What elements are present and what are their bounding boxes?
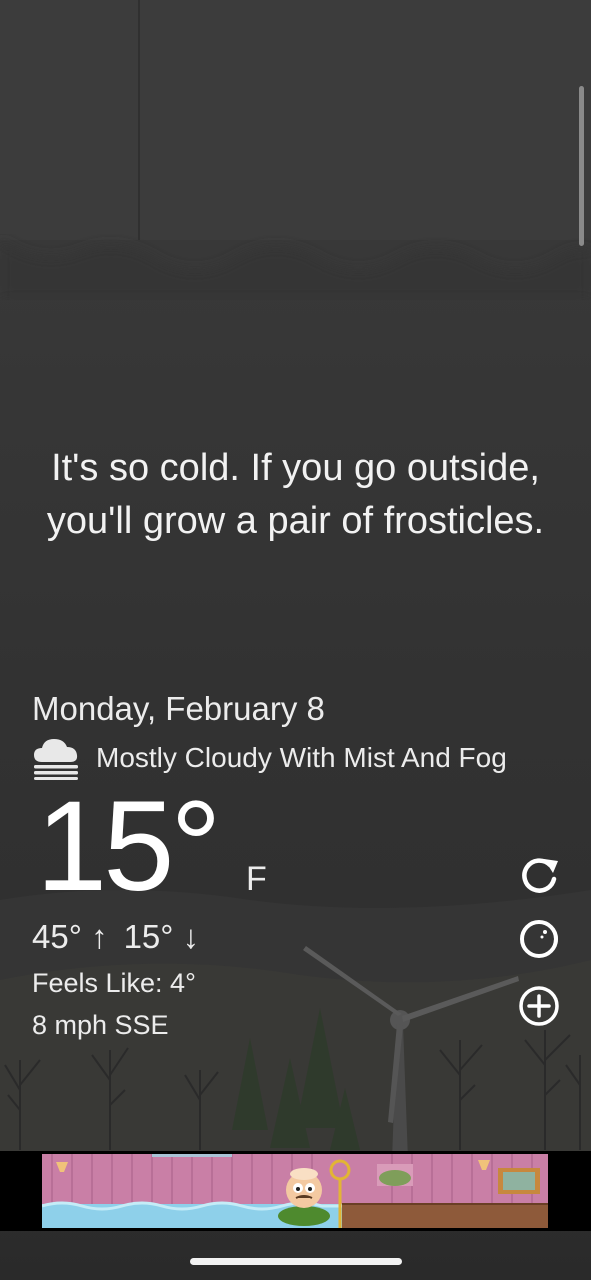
condition-text: Mostly Cloudy With Mist And Fog [96,742,507,773]
scroll-indicator[interactable] [579,86,584,246]
condition-row: Mostly Cloudy With Mist And Fog [30,736,507,780]
current-temperature: 15° [36,775,222,918]
home-indicator[interactable] [190,1258,402,1265]
plus-circle-icon[interactable] [516,983,562,1029]
high-temp: 45° ↑ [32,918,108,955]
weather-screen: It's so cold. If you go outside, you'll … [0,0,591,1280]
high-low-row: 45° ↑ 15° ↓ [32,918,199,956]
ad-banner[interactable] [0,1151,591,1231]
low-temp: 15° ↓ [123,918,200,955]
refresh-icon[interactable] [516,853,562,899]
cloud-background [0,0,591,300]
weather-quote: It's so cold. If you go outside, you'll … [46,447,545,542]
arrow-up-icon: ↑ [81,918,108,955]
feels-like: Feels Like: 4° [32,968,196,998]
cloud-fog-icon [34,739,78,780]
moon-theme-icon[interactable] [516,916,562,962]
ad-image[interactable] [42,1154,548,1228]
date-label: Monday, February 8 [32,690,325,727]
wind-speed: 8 mph SSE [32,1010,169,1040]
arrow-down-icon: ↓ [173,918,200,955]
temperature-unit: F [246,860,267,898]
